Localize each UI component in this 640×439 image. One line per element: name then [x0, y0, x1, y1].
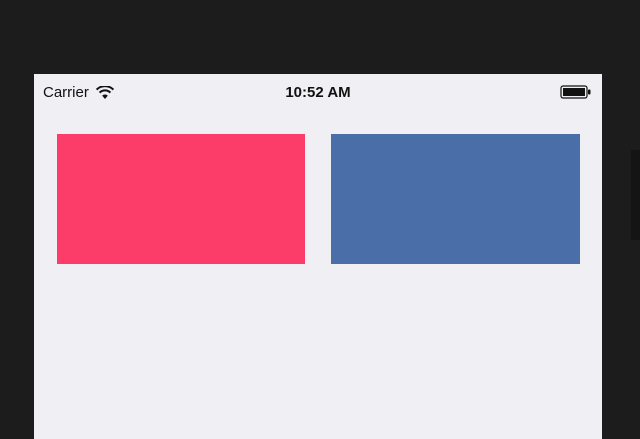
app-screen: Carrier 10:52 AM: [34, 74, 602, 439]
device-side-button: [631, 150, 640, 240]
device-frame: Carrier 10:52 AM: [0, 0, 640, 439]
blue-rectangle: [331, 134, 580, 264]
pink-rectangle: [57, 134, 305, 264]
status-bar: Carrier 10:52 AM: [34, 74, 602, 112]
status-time: 10:52 AM: [285, 84, 351, 101]
battery-icon: [560, 85, 592, 99]
